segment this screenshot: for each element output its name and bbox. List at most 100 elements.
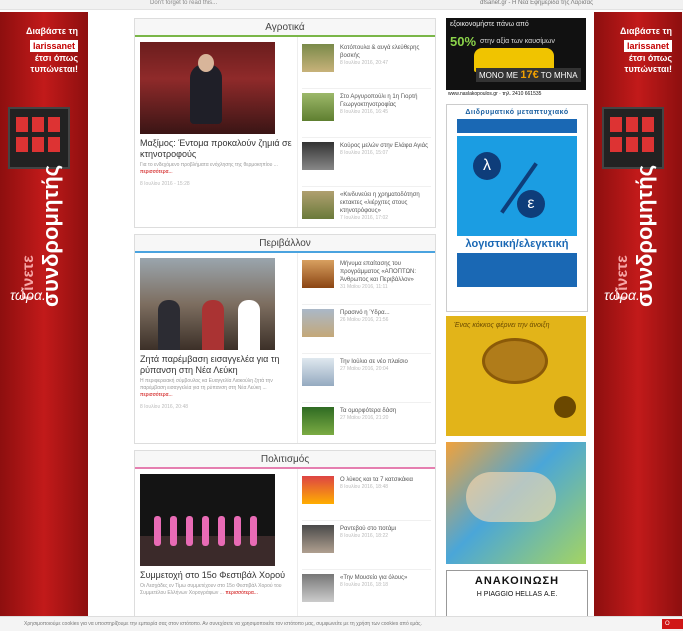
tea-ad[interactable]: Ένας κόκκος φέρνει την άνοιξη bbox=[446, 316, 586, 436]
top-strip-left[interactable]: Don't forget to read this... bbox=[150, 0, 217, 6]
featured-excerpt: Για το ενδεχόμενο προβλήματα ενόχλησης τ… bbox=[140, 162, 278, 175]
item-date: 8 Ιουλίου 2016, 16:45 bbox=[340, 109, 389, 115]
section-politismos: Πολιτισμός Συμμετοχή στο 15ο Φεστιβάλ Χο… bbox=[134, 450, 436, 628]
item-title[interactable]: «Την Μουσείο για όλους» bbox=[340, 574, 407, 582]
list-item[interactable]: Μήνυμα επαίτασης του προγράμματος «ΑΠΟΠΤ… bbox=[302, 256, 431, 305]
more-link[interactable]: περισσότερα... bbox=[140, 392, 173, 398]
item-title[interactable]: Πρασινό η Ύδρα... bbox=[340, 309, 390, 317]
notice-ad[interactable]: ΑΝΑΚΟΙΝΩΣΗ Η PIAGGIO HELLAS Α.Ε. bbox=[446, 570, 588, 618]
thumbnail[interactable] bbox=[302, 358, 334, 386]
featured-article[interactable]: Μαξίμος: Έντομα προκαλούν ζημιά σε κτηνο… bbox=[135, 37, 298, 227]
item-date: 27 Μαΐου 2016, 20:04 bbox=[340, 366, 389, 372]
section-title[interactable]: Πολιτισμός bbox=[135, 451, 435, 469]
item-title[interactable]: Ο λύκος και τα 7 κατσικάκια bbox=[340, 476, 413, 484]
cookie-consent-bar: Χρησιμοποιούμε cookies για να υποστηρίξο… bbox=[0, 616, 683, 631]
item-title[interactable]: Ραντεβού στο ποτάμι bbox=[340, 525, 396, 533]
featured-date: 8 Ιουλίου 2016, 20:48 bbox=[140, 404, 189, 410]
taxi-ad-top: εξοικονομήστε πάνω από bbox=[450, 21, 529, 28]
notice-title: ΑΝΑΚΟΙΝΩΣΗ bbox=[474, 575, 560, 587]
list-item[interactable]: Ο λύκος και τα 7 κατσικάκια 8 Ιουλίου 201… bbox=[302, 472, 431, 521]
more-link[interactable]: περισσότερα... bbox=[140, 169, 173, 175]
list-item[interactable]: «Κινδυνεύει η χρηματοδότηση εκτακτες «λι… bbox=[302, 187, 431, 236]
tea-cup-image bbox=[482, 338, 548, 384]
acc-ad-strip bbox=[457, 119, 577, 133]
ad-vertical-text: Γίνετε συνδρομητής bbox=[614, 164, 657, 307]
ad-line2: έτσι όπως τυπώνεται! bbox=[30, 53, 78, 74]
ad-line2: έτσι όπως τυπώνεται! bbox=[624, 53, 672, 74]
accounting-masters-ad[interactable]: Διιδρυματικό μεταπτυχιακό λ ε λογιστική/… bbox=[446, 104, 588, 312]
ad-now: τώρα... bbox=[604, 287, 648, 303]
list-item[interactable]: Κούρος μελών στην Ελάφα Αγιάς 8 Ιουλίου 2… bbox=[302, 138, 431, 187]
item-title[interactable]: Την Ιούλιο σε νέο πλαίσιο bbox=[340, 358, 408, 366]
ad-now: τώρα... bbox=[10, 287, 54, 303]
article-list: Κοτόπουλα & αυγά ελεύθερης βοσκής 8 Ιουλί… bbox=[298, 37, 435, 236]
article-list: Μήνυμα επαίτασης του προγράμματος «ΑΠΟΠΤ… bbox=[298, 253, 435, 452]
ad-vertical-text: Γίνετε συνδρομητής bbox=[20, 164, 63, 307]
taxi-fuel-ad[interactable]: εξοικονομήστε πάνω από 50% στην αξία των… bbox=[446, 18, 586, 98]
taxi-ad-url: www.naslakopoulos.gr · τηλ. 2410 661535 bbox=[446, 90, 586, 98]
right-subscription-ad[interactable]: Διαβάστε τη larissanet έτσι όπως τυπώνετα… bbox=[594, 12, 682, 616]
thumbnail[interactable] bbox=[302, 574, 334, 602]
cookie-text: Χρησιμοποιούμε cookies για να υποστηρίξο… bbox=[24, 621, 422, 627]
featured-excerpt: Οι Λεσχάδες εν Τίμω συμμετέχουν στο 15ο … bbox=[140, 583, 282, 596]
featured-headline[interactable]: Συμμετοχή στο 15ο Φεστιβάλ Χορού bbox=[140, 570, 292, 581]
news-column: Αγροτικά Μαξίμος: Έντομα προκαλούν ζημιά… bbox=[134, 18, 436, 634]
item-date: 8 Ιουλίου 2016, 18:18 bbox=[340, 582, 389, 588]
ad-brand: larissanet bbox=[29, 40, 78, 52]
thumbnail[interactable] bbox=[302, 525, 334, 553]
section-periballon: Περιβάλλον Ζητά παρέμβαση εισαγγελέα για… bbox=[134, 234, 436, 452]
more-link[interactable]: περισσότερα... bbox=[225, 590, 258, 596]
item-date: 8 Ιουλίου 2016, 18:48 bbox=[340, 484, 389, 490]
tea-ad-quote: Ένας κόκκος φέρνει την άνοιξη bbox=[454, 322, 550, 329]
item-title[interactable]: Κοτόπουλα & αυγά ελεύθερης βοσκής bbox=[340, 44, 431, 60]
ad-line1: Διαβάστε τη bbox=[620, 26, 672, 36]
ad-line1: Διαβάστε τη bbox=[26, 26, 78, 36]
item-title[interactable]: Κούρος μελών στην Ελάφα Αγιάς bbox=[340, 142, 428, 150]
item-date: 27 Μαΐου 2016, 21:20 bbox=[340, 415, 389, 421]
thumbnail[interactable] bbox=[302, 44, 334, 72]
item-title[interactable]: «Κινδυνεύει η χρηματοδότηση εκτακτες «λι… bbox=[340, 191, 431, 215]
list-item[interactable]: Κοτόπουλα & αυγά ελεύθερης βοσκής 8 Ιουλί… bbox=[302, 40, 431, 89]
beach-promo-ad[interactable] bbox=[446, 442, 586, 564]
taxi-ad-rest: στην αξία των καυσίμων bbox=[480, 38, 555, 45]
section-title[interactable]: Αγροτικά bbox=[135, 19, 435, 37]
featured-image[interactable] bbox=[140, 42, 275, 134]
featured-article[interactable]: Ζητά παρέμβαση εισαγγελέα για τη ρύπανση… bbox=[135, 253, 298, 443]
featured-article[interactable]: Συμμετοχή στο 15ο Φεστιβάλ Χορού Οι Λεσχ… bbox=[135, 469, 298, 627]
thumbnail[interactable] bbox=[302, 191, 334, 219]
featured-headline[interactable]: Μαξίμος: Έντομα προκαλούν ζημιά σε κτηνο… bbox=[140, 138, 292, 160]
thumbnail[interactable] bbox=[302, 476, 334, 504]
thumbnail[interactable] bbox=[302, 93, 334, 121]
item-title[interactable]: Στο Αργυροπούλι η 1η Γιορτή Γεωργοκτηνοτ… bbox=[340, 93, 431, 109]
left-subscription-ad[interactable]: Διαβάστε τη larissanet έτσι όπως τυπώνετα… bbox=[0, 12, 88, 616]
cookie-accept-button[interactable]: Ο bbox=[662, 619, 683, 629]
thumbnail[interactable] bbox=[302, 407, 334, 435]
tablet-image bbox=[602, 107, 664, 169]
featured-image[interactable] bbox=[140, 474, 275, 566]
article-list: Ο λύκος και τα 7 κατσικάκια 8 Ιουλίου 201… bbox=[298, 469, 435, 627]
lambda-epsilon-logo: λ ε bbox=[457, 136, 577, 236]
list-item[interactable]: Τα ομορφότερα δάση 27 Μαΐου 2016, 21:20 bbox=[302, 403, 431, 452]
top-strip-right[interactable]: dfsanet.gr - Η Νέα Εφημερίδα της Λάρισας bbox=[480, 0, 593, 6]
featured-image[interactable] bbox=[140, 258, 275, 350]
item-title[interactable]: Μήνυμα επαίτασης του προγράμματος «ΑΠΟΠΤ… bbox=[340, 260, 431, 284]
featured-date: 8 Ιουλίου 2016 - 15:28 bbox=[140, 181, 190, 187]
thumbnail[interactable] bbox=[302, 309, 334, 337]
tea-ad-body bbox=[454, 386, 534, 416]
thumbnail[interactable] bbox=[302, 142, 334, 170]
list-item[interactable]: Την Ιούλιο σε νέο πλαίσιο 27 Μαΐου 2016, … bbox=[302, 354, 431, 403]
item-title[interactable]: Τα ομορφότερα δάση bbox=[340, 407, 396, 415]
section-title[interactable]: Περιβάλλον bbox=[135, 235, 435, 253]
item-date: 8 Ιουλίου 2016, 15:07 bbox=[340, 150, 389, 156]
section-agrotika: Αγροτικά Μαξίμος: Έντομα προκαλούν ζημιά… bbox=[134, 18, 436, 236]
list-item[interactable]: Πρασινό η Ύδρα... 26 Μαΐου 2016, 21:56 bbox=[302, 305, 431, 354]
item-date: 7 Ιουλίου 2016, 17:02 bbox=[340, 215, 389, 221]
taxi-ad-pct: 50% bbox=[450, 34, 477, 49]
featured-headline[interactable]: Ζητά παρέμβαση εισαγγελέα για τη ρύπανση… bbox=[140, 354, 292, 376]
top-strip: Don't forget to read this... dfsanet.gr … bbox=[0, 0, 683, 10]
list-item[interactable]: Ραντεβού στο ποτάμι 8 Ιουλίου 2016, 18:22 bbox=[302, 521, 431, 570]
list-item[interactable]: «Την Μουσείο για όλους» 8 Ιουλίου 2016, 1… bbox=[302, 570, 431, 619]
item-date: 26 Μαΐου 2016, 21:56 bbox=[340, 317, 389, 323]
thumbnail[interactable] bbox=[302, 260, 334, 288]
list-item[interactable]: Στο Αργυροπούλι η 1η Γιορτή Γεωργοκτηνοτ… bbox=[302, 89, 431, 138]
